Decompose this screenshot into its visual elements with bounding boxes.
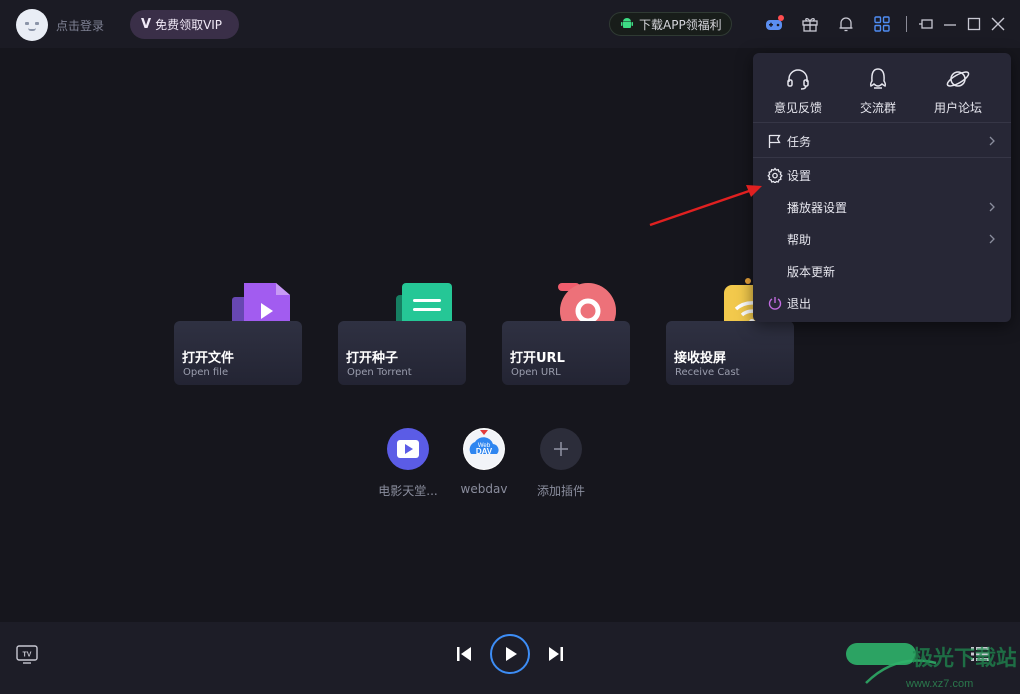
open-file-card[interactable]: 打开文件 Open file — [168, 283, 310, 393]
maximize-icon[interactable] — [964, 14, 984, 34]
annotation-arrow — [649, 185, 762, 227]
next-track-icon[interactable] — [547, 645, 565, 667]
feedback-button[interactable]: 意见反馈 — [758, 67, 838, 116]
plugin-label: 电影天堂... — [378, 484, 438, 498]
power-icon — [768, 297, 782, 310]
grid-menu-icon[interactable] — [872, 14, 892, 34]
penguin-icon — [869, 68, 887, 89]
menu-item-label: 退出 — [787, 297, 812, 311]
chevron-right-icon — [989, 234, 995, 244]
chevron-right-icon — [989, 136, 995, 146]
card-subtitle: Open URL — [511, 367, 561, 378]
card-title: 接收投屏 — [674, 351, 727, 366]
bell-icon[interactable] — [836, 14, 856, 34]
open-torrent-card[interactable]: 打开种子 Open Torrent — [332, 283, 474, 393]
card-title: 打开文件 — [182, 351, 235, 366]
menu-item-player-settings[interactable]: 播放器设置 — [753, 191, 1011, 223]
play-button[interactable] — [490, 634, 530, 674]
minimize-icon[interactable] — [940, 14, 960, 34]
open-file-card-body: 打开文件 Open file — [174, 321, 302, 385]
close-icon[interactable] — [988, 14, 1008, 34]
menu-divider — [753, 157, 1011, 158]
download-app-button[interactable]: 下载APP领福利 — [609, 12, 732, 36]
chevron-right-icon — [989, 202, 995, 212]
menu-item-tasks[interactable]: 任务 — [753, 125, 1011, 157]
avatar-eye-left — [25, 22, 29, 25]
avatar-mouth — [28, 28, 36, 31]
menu-item-label: 设置 — [787, 169, 812, 183]
plugin-label: 添加插件 — [536, 484, 585, 498]
watermark-logo: 极光下载站 www.xz7.com — [846, 643, 1017, 691]
card-title: 打开种子 — [346, 351, 399, 366]
avatar-eye-right — [35, 22, 39, 25]
menu-item-label: 任务 — [787, 135, 812, 149]
previous-track-icon[interactable] — [455, 645, 473, 667]
vip-label: 免费领取VIP — [155, 18, 223, 32]
vip-badge: V — [141, 17, 152, 32]
plus-icon — [540, 428, 582, 470]
plugin-webdav[interactable]: Web DAV webdav — [444, 428, 524, 496]
card-title: 打开URL — [510, 351, 565, 366]
plugin-label: webdav — [460, 482, 508, 496]
play-video-icon — [387, 428, 429, 470]
menu-item-label: 播放器设置 — [787, 201, 848, 215]
tv-icon[interactable]: TV — [16, 644, 38, 668]
download-app-label: 下载APP领福利 — [639, 17, 722, 32]
watermark-url: www.xz7.com — [905, 678, 973, 690]
user-forum-button[interactable]: 用户论坛 — [918, 67, 998, 116]
game-icon[interactable] — [764, 14, 784, 34]
card-subtitle: Receive Cast — [675, 367, 740, 378]
card-subtitle: Open file — [183, 367, 229, 378]
menu-item-help[interactable]: 帮助 — [753, 223, 1011, 255]
plugin-add[interactable]: 添加插件 — [521, 428, 601, 499]
open-torrent-card-body: 打开种子 Open Torrent — [338, 321, 466, 385]
watermark-text: 极光下载站 — [912, 646, 1016, 670]
receive-cast-card-body: 接收投屏 Receive Cast — [666, 321, 794, 385]
play-icon — [506, 647, 517, 661]
open-url-card[interactable]: 打开URL Open URL — [496, 283, 638, 393]
menu-item-update[interactable]: 版本更新 — [753, 255, 1011, 287]
app-window: 点击登录 V 免费领取VIP 下载APP领福利 打开文件 Open file 打… — [0, 0, 1020, 694]
feedback-label: 意见反馈 — [773, 101, 822, 115]
title-bar: 点击登录 V 免费领取VIP 下载APP领福利 — [0, 0, 1020, 48]
avatar[interactable] — [16, 9, 48, 41]
webdav-icon: Web DAV — [463, 428, 505, 470]
tv-icon-text: TV — [23, 652, 32, 659]
plugin-movie-heaven[interactable]: 电影天堂... — [368, 428, 448, 499]
menu-item-label: 版本更新 — [787, 265, 836, 279]
login-link[interactable]: 点击登录 — [56, 17, 104, 34]
headset-icon — [787, 69, 809, 90]
community-group-label: 交流群 — [859, 101, 896, 115]
menu-item-exit[interactable]: 退出 — [753, 287, 1011, 319]
menu-item-label: 帮助 — [787, 233, 812, 247]
android-icon — [621, 18, 633, 28]
open-url-card-body: 打开URL Open URL — [502, 321, 630, 385]
menu-quick-actions: 意见反馈 交流群 用户论坛 — [753, 53, 1011, 123]
planet-icon — [946, 71, 970, 87]
menu-item-settings[interactable]: 设置 — [753, 159, 1011, 191]
webdav-icon-text-bottom: DAV — [476, 447, 493, 456]
user-forum-label: 用户论坛 — [933, 101, 982, 115]
mini-mode-icon[interactable] — [917, 14, 937, 34]
gift-icon[interactable] — [800, 14, 820, 34]
flag-icon — [768, 134, 781, 148]
card-subtitle: Open Torrent — [347, 367, 412, 378]
community-group-button[interactable]: 交流群 — [838, 67, 918, 116]
vip-button[interactable]: V 免费领取VIP — [130, 10, 239, 39]
titlebar-divider — [906, 16, 907, 32]
main-dropdown-menu: 意见反馈 交流群 用户论坛 任务 设置 播放器设置 帮助 版本更新 退出 — [753, 53, 1011, 322]
